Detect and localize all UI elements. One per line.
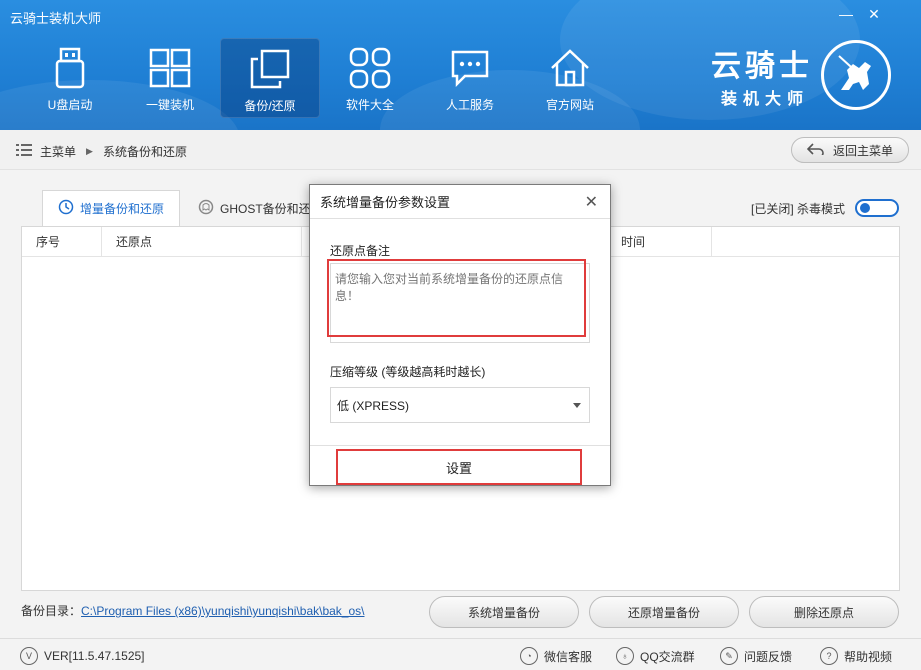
nav-item-backup-restore[interactable]: 备份/还原 (220, 38, 320, 118)
compression-level-label: 压缩等级 (等级越高耗时越长) (330, 363, 485, 380)
back-button-label: 返回主菜单 (833, 142, 893, 159)
version-info: V VER[11.5.47.1525] (20, 647, 145, 665)
dialog-title: 系统增量备份参数设置 (320, 192, 450, 211)
usb-drive-icon (48, 46, 92, 90)
brand-subtitle: 装机大师 (721, 85, 809, 109)
app-title: 云骑士装机大师 (10, 8, 101, 27)
app-header: 云骑士装机大师 — ✕ U盘启动 一键装机 备份/还原 软件大全 (0, 0, 921, 130)
dialog-divider (310, 445, 610, 446)
antivirus-label: [已关闭] 杀毒模式 (751, 200, 845, 217)
menu-list-icon (16, 144, 32, 159)
incremental-backup-button[interactable]: 系统增量备份 (429, 596, 579, 628)
chevron-down-icon (573, 403, 581, 408)
status-bar: V VER[11.5.47.1525] ◔ 微信客服 ♁ QQ交流群 ✎ 问题反… (0, 638, 921, 670)
antivirus-toggle[interactable] (855, 199, 899, 217)
nav-item-one-click-install[interactable]: 一键装机 (120, 38, 220, 118)
ghost-icon (198, 199, 214, 218)
dialog-close-icon[interactable]: ✕ (585, 192, 598, 212)
breadcrumb: 主菜单 ▶ 系统备份和还原 (16, 143, 187, 160)
back-arrow-icon (807, 143, 825, 158)
incremental-backup-settings-dialog: 系统增量备份参数设置 ✕ 还原点备注 压缩等级 (等级越高耗时越长) 低 (XP… (309, 184, 611, 486)
tab-label: 增量备份和还原 (80, 200, 164, 217)
column-header-index: 序号 (22, 227, 102, 257)
home-icon (548, 46, 592, 90)
nav-item-label: U盘启动 (48, 96, 93, 113)
close-window-button[interactable]: ✕ (863, 6, 885, 23)
main-nav: U盘启动 一键装机 备份/还原 软件大全 人工服务 (20, 38, 620, 118)
toggle-knob (860, 203, 870, 213)
column-header-time: 时间 (607, 227, 712, 257)
qq-label: QQ交流群 (640, 648, 695, 665)
qq-group-link[interactable]: ♁ QQ交流群 (616, 647, 695, 665)
breadcrumb-bar: 主菜单 ▶ 系统备份和还原 (0, 130, 921, 170)
delete-restore-point-button[interactable]: 删除还原点 (749, 596, 899, 628)
back-to-main-menu-button[interactable]: 返回主菜单 (791, 137, 909, 163)
feedback-icon: ✎ (720, 647, 738, 665)
restore-note-input[interactable] (330, 263, 590, 343)
qq-icon: ♁ (616, 647, 634, 665)
knight-logo-icon (821, 40, 891, 110)
nav-item-label: 备份/还原 (244, 97, 295, 114)
copy-icon (248, 47, 292, 91)
nav-item-official-site[interactable]: 官方网站 (520, 38, 620, 118)
wechat-label: 微信客服 (544, 648, 592, 665)
column-header-blank (712, 227, 899, 257)
tab-incremental-backup[interactable]: 增量备份和还原 (42, 190, 180, 226)
antivirus-mode: [已关闭] 杀毒模式 (751, 199, 899, 217)
version-v-icon: V (20, 647, 38, 665)
backup-dir-link[interactable]: C:\Program Files (x86)\yunqishi\yunqishi… (81, 604, 364, 618)
breadcrumb-root[interactable]: 主菜单 (40, 143, 76, 160)
chat-icon (448, 46, 492, 90)
brand-logo: 云骑士 装机大师 (711, 40, 891, 110)
apps-grid-icon (348, 46, 392, 90)
nav-item-label: 软件大全 (346, 96, 394, 113)
tab-label: GHOST备份和还 (220, 200, 311, 217)
brand-name: 云骑士 (711, 41, 813, 85)
nav-item-usb-boot[interactable]: U盘启动 (20, 38, 120, 118)
help-label: 帮助视频 (844, 648, 892, 665)
nav-item-label: 官方网站 (546, 96, 594, 113)
backup-dir-label: 备份目录： (21, 604, 81, 618)
wechat-support-link[interactable]: ◔ 微信客服 (520, 647, 592, 665)
help-icon: ? (820, 647, 838, 665)
breadcrumb-separator-icon: ▶ (86, 146, 93, 157)
nav-item-label: 一键装机 (146, 96, 194, 113)
windows-icon (148, 46, 192, 90)
compression-level-select[interactable]: 低 (XPRESS) (330, 387, 590, 423)
restore-incremental-button[interactable]: 还原增量备份 (589, 596, 739, 628)
restore-note-label: 还原点备注 (330, 242, 390, 259)
feedback-label: 问题反馈 (744, 648, 792, 665)
dialog-title-bar: 系统增量备份参数设置 ✕ (310, 185, 610, 219)
minimize-button[interactable]: — (835, 6, 857, 22)
help-video-link[interactable]: ? 帮助视频 (820, 647, 892, 665)
nav-item-label: 人工服务 (446, 96, 494, 113)
backup-directory: 备份目录：C:\Program Files (x86)\yunqishi\yun… (21, 602, 364, 619)
nav-item-software[interactable]: 软件大全 (320, 38, 420, 118)
feedback-link[interactable]: ✎ 问题反馈 (720, 647, 792, 665)
nav-item-manual-service[interactable]: 人工服务 (420, 38, 520, 118)
version-text: VER[11.5.47.1525] (44, 649, 145, 663)
set-button[interactable]: 设置 (338, 451, 580, 483)
column-header-restore-point: 还原点 (102, 227, 302, 257)
breadcrumb-current: 系统备份和还原 (103, 143, 187, 160)
clock-icon (58, 199, 74, 218)
compression-level-value: 低 (XPRESS) (337, 397, 409, 414)
wechat-icon: ◔ (520, 647, 538, 665)
